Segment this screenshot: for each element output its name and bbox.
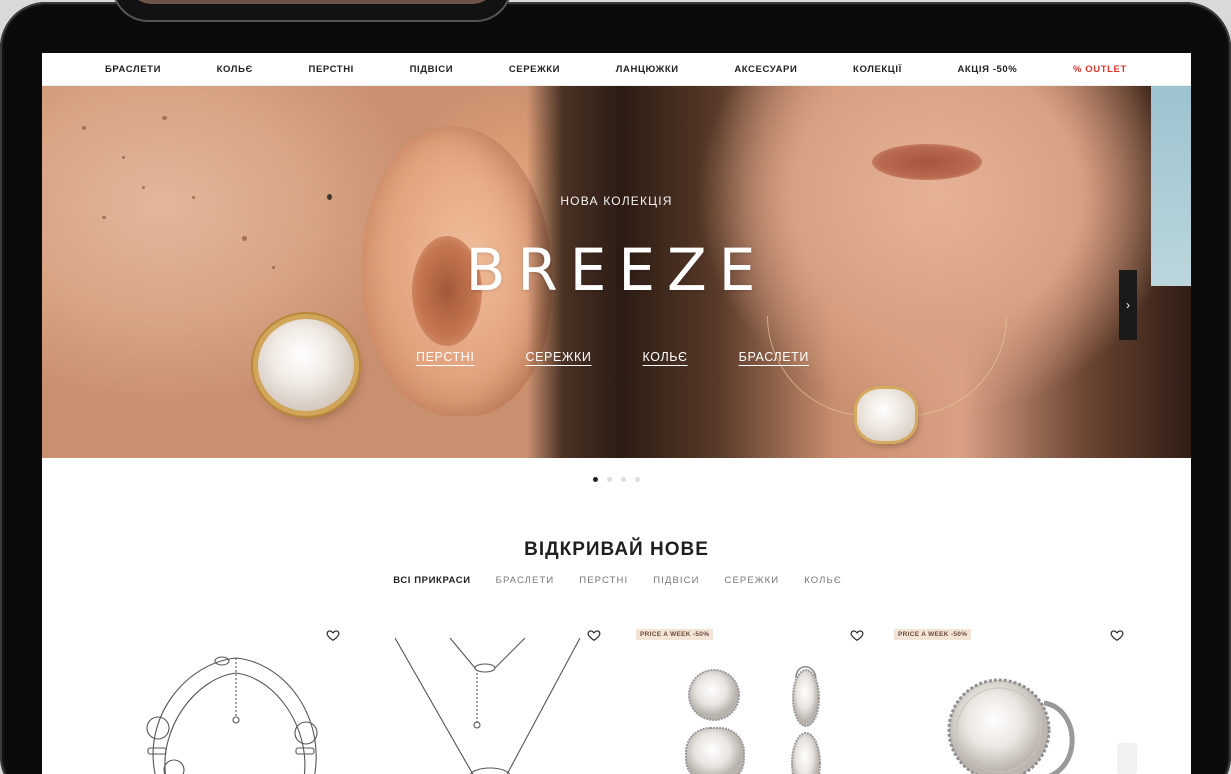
tab-necklaces[interactable]: КОЛЬЄ: [804, 575, 842, 586]
tablet-device: БРАСЛЕТИ КОЛЬЄ ПЕРСТНІ ПІДВІСИ СЕРЕЖКИ Л…: [0, 0, 1231, 774]
phone-device-peek: [112, 0, 512, 22]
slider-dot[interactable]: [607, 477, 612, 482]
slider-next-button[interactable]: ›: [1119, 270, 1137, 340]
scroll-to-top-button[interactable]: [1117, 743, 1137, 774]
slider-dot[interactable]: [593, 477, 598, 482]
nav-item-chains[interactable]: ЛАНЦЮЖКИ: [616, 64, 679, 75]
tab-earrings[interactable]: СЕРЕЖКИ: [725, 575, 780, 586]
tab-bracelets[interactable]: БРАСЛЕТИ: [496, 575, 555, 586]
nav-item-rings[interactable]: ПЕРСТНІ: [309, 64, 354, 75]
heart-icon[interactable]: [326, 628, 340, 642]
chevron-right-icon: ›: [1126, 298, 1130, 312]
tab-all-jewelry[interactable]: ВСІ ПРИКРАСИ: [393, 575, 470, 586]
nav-item-bracelets[interactable]: БРАСЛЕТИ: [105, 64, 161, 75]
hero-photo-ear: [42, 86, 617, 458]
nav-item-sale[interactable]: АКЦІЯ -50%: [957, 64, 1017, 75]
hero-photo-necklace: [617, 86, 1191, 458]
slider-dot[interactable]: [621, 477, 626, 482]
tab-pendants[interactable]: ПІДВІСИ: [653, 575, 699, 586]
product-card-earrings[interactable]: PRICE A WEEK -50%: [636, 628, 886, 774]
nav-item-pendants[interactable]: ПІДВІСИ: [410, 64, 454, 75]
product-grid: PRICE A WEEK -50% PRICE A WEEK -50%: [42, 628, 1191, 774]
nav-item-necklaces[interactable]: КОЛЬЄ: [217, 64, 253, 75]
hero-link-rings[interactable]: ПЕРСТНІ: [416, 350, 474, 364]
product-filter-tabs: ВСІ ПРИКРАСИ БРАСЛЕТИ ПЕРСТНІ ПІДВІСИ СЕ…: [42, 575, 1191, 586]
hero-link-necklaces[interactable]: КОЛЬЄ: [643, 350, 688, 364]
product-card-ring[interactable]: PRICE A WEEK -50%: [894, 628, 1144, 774]
hero-links: ПЕРСТНІ СЕРЕЖКИ КОЛЬЄ БРАСЛЕТИ: [416, 350, 809, 364]
nav-item-outlet[interactable]: % OUTLET: [1073, 64, 1127, 75]
product-card-bracelet[interactable]: [136, 628, 386, 774]
heart-icon[interactable]: [587, 628, 601, 642]
hero-link-bracelets[interactable]: БРАСЛЕТИ: [739, 350, 809, 364]
ring-image: [947, 678, 1075, 774]
pendant-image: [857, 389, 915, 441]
heart-icon[interactable]: [850, 628, 864, 642]
earring-image: [258, 319, 354, 411]
hero-link-earrings[interactable]: СЕРЕЖКИ: [525, 350, 591, 364]
earrings-image: [685, 666, 821, 774]
bracelet-image: [146, 656, 318, 774]
nav-item-earrings[interactable]: СЕРЕЖКИ: [509, 64, 560, 75]
nav-item-accessories[interactable]: АКСЕСУАРИ: [734, 64, 797, 75]
product-card-necklace[interactable]: [395, 628, 645, 774]
slider-dots: [42, 477, 1191, 482]
category-nav: БРАСЛЕТИ КОЛЬЄ ПЕРСТНІ ПІДВІСИ СЕРЕЖКИ Л…: [42, 53, 1191, 86]
slider-dot[interactable]: [635, 477, 640, 482]
heart-icon[interactable]: [1110, 628, 1124, 642]
nav-item-collections[interactable]: КОЛЕКЦІЇ: [853, 64, 902, 75]
website-screen: БРАСЛЕТИ КОЛЬЄ ПЕРСТНІ ПІДВІСИ СЕРЕЖКИ Л…: [42, 53, 1191, 774]
section-title: ВІДКРИВАЙ НОВЕ: [524, 539, 709, 560]
hero-banner[interactable]: НОВА КОЛЕКЦІЯ BREEZE ПЕРСТНІ СЕРЕЖКИ КОЛ…: [42, 86, 1191, 458]
necklace-image: [395, 637, 581, 774]
tab-rings[interactable]: ПЕРСТНІ: [579, 575, 628, 586]
